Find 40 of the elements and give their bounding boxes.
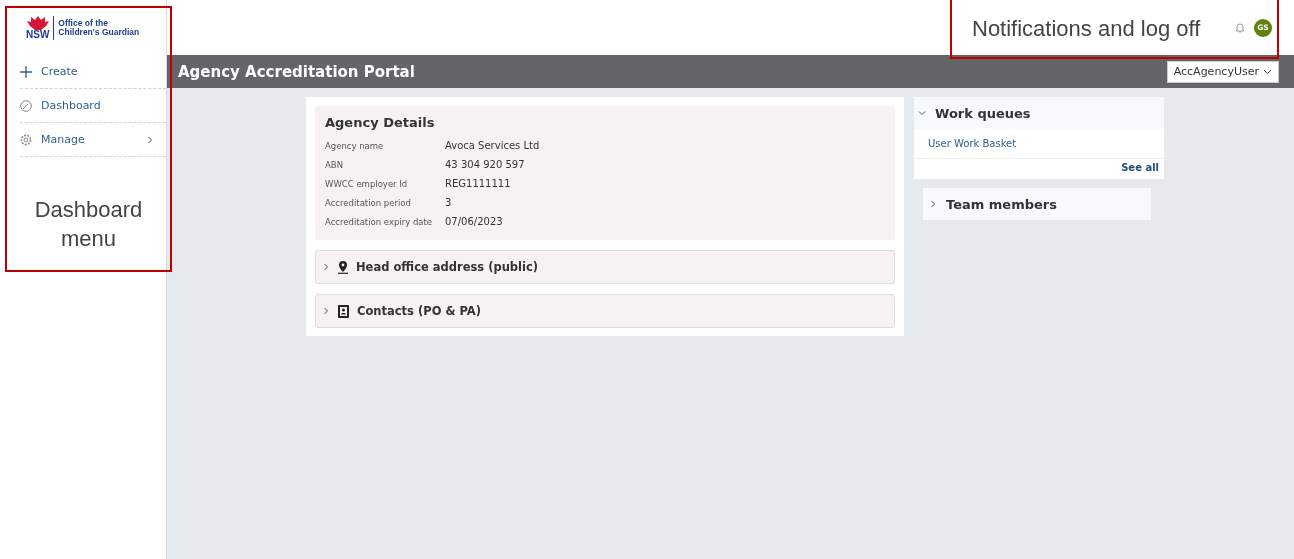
settings-icon (20, 133, 32, 146)
logo-mark: NSW (26, 29, 50, 40)
field-label: Accreditation period (325, 197, 412, 208)
sidebar-item[interactable]: Dashboard (20, 89, 166, 123)
sidebar-item[interactable]: Create (20, 55, 166, 89)
field-label: Agency name (325, 140, 385, 151)
field-label: Accreditation expiry date (325, 216, 434, 227)
field-value: 43 304 920 597 (445, 159, 526, 170)
annotation-text: Notifications and log off (972, 15, 1201, 42)
user-menu-button[interactable]: AccAgencyUser (1166, 60, 1279, 83)
chevron-right-icon (322, 263, 330, 271)
chevron-right-icon (146, 135, 154, 144)
portal-title: Agency Accreditation Portal (178, 62, 415, 81)
plus-icon (20, 65, 32, 78)
field-label: WWCC employer Id (325, 178, 409, 189)
work-queue-link[interactable]: User Work Basket (914, 129, 1164, 159)
see-all-link[interactable]: See all (914, 159, 1164, 179)
accordion-header[interactable]: Contacts (PO & PA) (315, 294, 895, 328)
caret-icon (1263, 68, 1272, 75)
contact-card-icon (338, 304, 349, 318)
annotation-text: Dashboard menu (33, 196, 144, 253)
waratah-flower-icon (26, 15, 49, 30)
logo-text: Children's Guardian (58, 27, 140, 36)
panel-title: Agency Details (325, 115, 436, 130)
field-value: Avoca Services Ltd (445, 140, 541, 151)
field-value: REG1111111 (445, 178, 512, 189)
bell-icon[interactable] (1235, 22, 1245, 33)
accordion-header[interactable]: Head office address (public) (315, 250, 895, 284)
chevron-right-icon (929, 200, 937, 208)
gauge-icon (20, 99, 32, 112)
field-value: 3 (445, 197, 453, 208)
accordion-header[interactable]: Work queues (914, 97, 1164, 129)
location-pin-icon (338, 260, 348, 274)
field-value: 07/06/2023 (445, 216, 504, 227)
field-label: ABN (325, 159, 344, 170)
chevron-down-icon (918, 109, 926, 117)
accordion-header[interactable]: Team members (923, 188, 1151, 220)
chevron-right-icon (322, 307, 330, 315)
logo-text: Office of the (58, 19, 109, 28)
sidebar-item[interactable]: Manage (20, 123, 166, 157)
